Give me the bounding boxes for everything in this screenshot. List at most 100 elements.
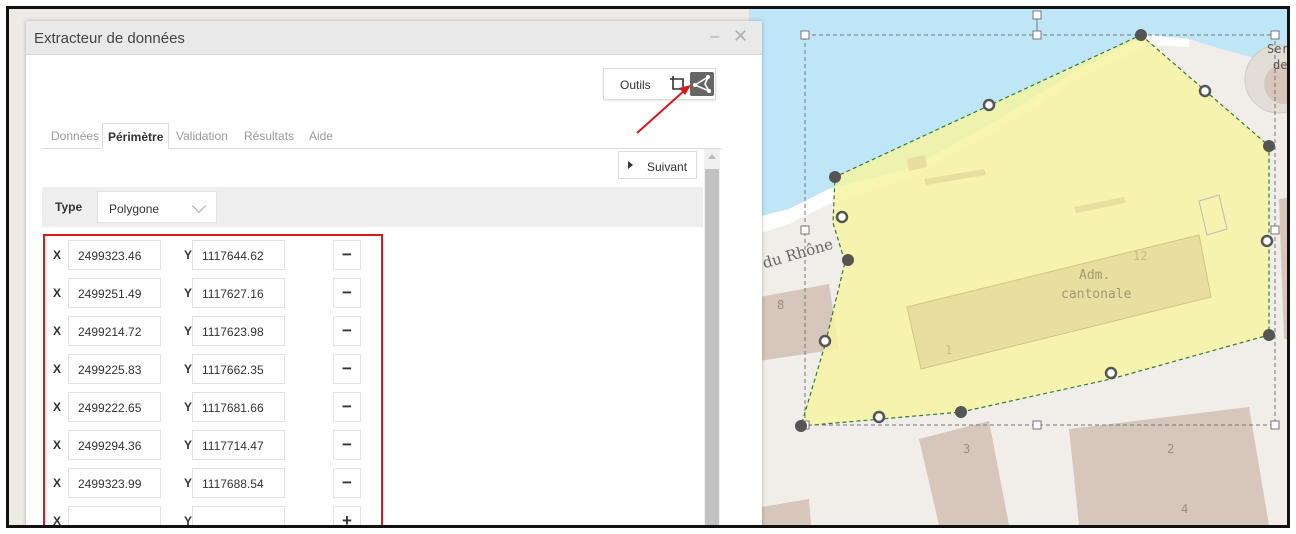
x-input[interactable]: 2499225.83 [68, 354, 161, 384]
vertex-handle [1263, 329, 1275, 341]
x-label: X [53, 324, 62, 338]
resize-handle-nw[interactable] [800, 30, 810, 40]
y-label: Y [184, 514, 193, 528]
midpoint-handle [872, 410, 886, 424]
vertex-handle [829, 171, 841, 183]
map-partial-label-1: Serv [1267, 42, 1290, 56]
x-label: X [53, 400, 62, 414]
rotate-handle[interactable] [1032, 10, 1042, 20]
x-input[interactable]: 2499222.65 [68, 392, 161, 422]
map-number-3: 3 [963, 442, 970, 456]
map-partial-label-2: de [1273, 58, 1287, 72]
y-label: Y [184, 324, 193, 338]
map-number-12: 12 [1133, 249, 1147, 263]
y-input[interactable]: 1117681.66 [192, 392, 285, 422]
map-number-4: 4 [1181, 502, 1188, 516]
scrollbar-thumb[interactable] [705, 169, 719, 525]
coordinate-row: X 2499323.99 Y 1117688.54 − [45, 466, 381, 500]
resize-handle-w[interactable] [800, 225, 810, 235]
resize-handle-ne[interactable] [1270, 30, 1280, 40]
resize-handle-se[interactable] [1270, 420, 1280, 430]
x-label: X [53, 362, 62, 376]
y-input[interactable]: 1117644.62 [192, 240, 285, 270]
play-icon [628, 161, 633, 169]
tab-perimetre[interactable]: Périmètre [102, 123, 170, 149]
midpoint-handle [818, 334, 832, 348]
y-input[interactable]: 1117688.54 [192, 468, 285, 498]
y-label: Y [184, 438, 193, 452]
midpoint-handle [835, 210, 849, 224]
y-input[interactable]: 1117627.16 [192, 278, 285, 308]
x-input[interactable] [68, 506, 161, 525]
vertex-handle [795, 420, 807, 432]
midpoint-handle [1198, 84, 1212, 98]
y-label: Y [184, 248, 193, 262]
y-label: Y [184, 286, 193, 300]
x-label: X [53, 476, 62, 490]
x-input[interactable]: 2499251.49 [68, 278, 161, 308]
y-input[interactable] [192, 506, 285, 525]
coordinate-row: X 2499222.65 Y 1117681.66 − [45, 390, 381, 424]
panel-titlebar[interactable]: Extracteur de données – ✕ [26, 21, 762, 55]
scroll-up-icon[interactable] [708, 154, 716, 159]
tools-toolbar: Outils [603, 68, 716, 100]
type-label: Type [55, 200, 83, 214]
chevron-down-icon [191, 198, 207, 214]
add-point-button[interactable]: + [333, 506, 361, 525]
polygon-draw-button[interactable] [690, 72, 714, 96]
resize-handle-s[interactable] [1032, 420, 1042, 430]
panel-title: Extracteur de données [34, 30, 185, 47]
x-label: X [53, 286, 62, 300]
map-number-1: 1 [945, 343, 952, 357]
close-icon[interactable]: ✕ [733, 26, 748, 47]
remove-point-button[interactable]: − [333, 392, 361, 422]
y-label: Y [184, 362, 193, 376]
map-view[interactable]: ai du Rhône Adm. cantonale 12 1 8 3 2 4 … [749, 9, 1290, 525]
data-extractor-panel: Extracteur de données – ✕ Outils Données… [26, 21, 762, 528]
coordinates-list: X 2499323.46 Y 1117644.62 − X 2499251.49… [43, 234, 383, 528]
x-input[interactable]: 2499294.36 [68, 430, 161, 460]
midpoint-handle [1260, 234, 1274, 248]
next-button[interactable]: Suivant [618, 151, 697, 179]
remove-point-button[interactable]: − [333, 240, 361, 270]
map-number-2: 2 [1167, 442, 1174, 456]
building-label-line2: cantonale [1061, 287, 1132, 302]
y-input[interactable]: 1117623.98 [192, 316, 285, 346]
type-select[interactable]: Polygone [97, 191, 217, 223]
coordinate-row: X 2499225.83 Y 1117662.35 − [45, 352, 381, 386]
remove-point-button[interactable]: − [333, 316, 361, 346]
remove-point-button[interactable]: − [333, 468, 361, 498]
coordinate-row: X 2499251.49 Y 1117627.16 − [45, 276, 381, 310]
tab-donnees[interactable]: Données [46, 123, 104, 149]
coordinate-row: X 2499323.46 Y 1117644.62 − [45, 238, 381, 272]
crop-icon[interactable] [669, 75, 687, 93]
y-input[interactable]: 1117714.47 [192, 430, 285, 460]
remove-point-button[interactable]: − [333, 278, 361, 308]
minimize-icon[interactable]: – [710, 26, 719, 46]
coordinate-row-new: X Y + [45, 504, 381, 528]
screenshot-frame: ai du Rhône Adm. cantonale 12 1 8 3 2 4 … [6, 6, 1290, 528]
resize-handle-n[interactable] [1032, 30, 1042, 40]
y-label: Y [184, 476, 193, 490]
tab-validation[interactable]: Validation [171, 123, 233, 149]
resize-handle-e[interactable] [1270, 225, 1280, 235]
x-input[interactable]: 2499323.46 [68, 240, 161, 270]
x-input[interactable]: 2499323.99 [68, 468, 161, 498]
tab-resultats[interactable]: Résultats [239, 123, 299, 149]
y-input[interactable]: 1117662.35 [192, 354, 285, 384]
vertex-handle [1135, 29, 1147, 41]
building-label-line1: Adm. [1079, 268, 1110, 283]
tab-aide[interactable]: Aide [304, 123, 338, 149]
x-label: X [53, 438, 62, 452]
next-button-label: Suivant [647, 160, 688, 174]
tab-bar: Données Périmètre Validation Résultats A… [42, 123, 722, 149]
remove-point-button[interactable]: − [333, 430, 361, 460]
map-number-8: 8 [777, 298, 784, 312]
type-bar: Type Polygone [42, 187, 703, 227]
x-input[interactable]: 2499214.72 [68, 316, 161, 346]
remove-point-button[interactable]: − [333, 354, 361, 384]
vertex-handle [1263, 140, 1275, 152]
vertex-handle [955, 406, 967, 418]
y-label: Y [184, 400, 193, 414]
midpoint-handle [1104, 366, 1118, 380]
